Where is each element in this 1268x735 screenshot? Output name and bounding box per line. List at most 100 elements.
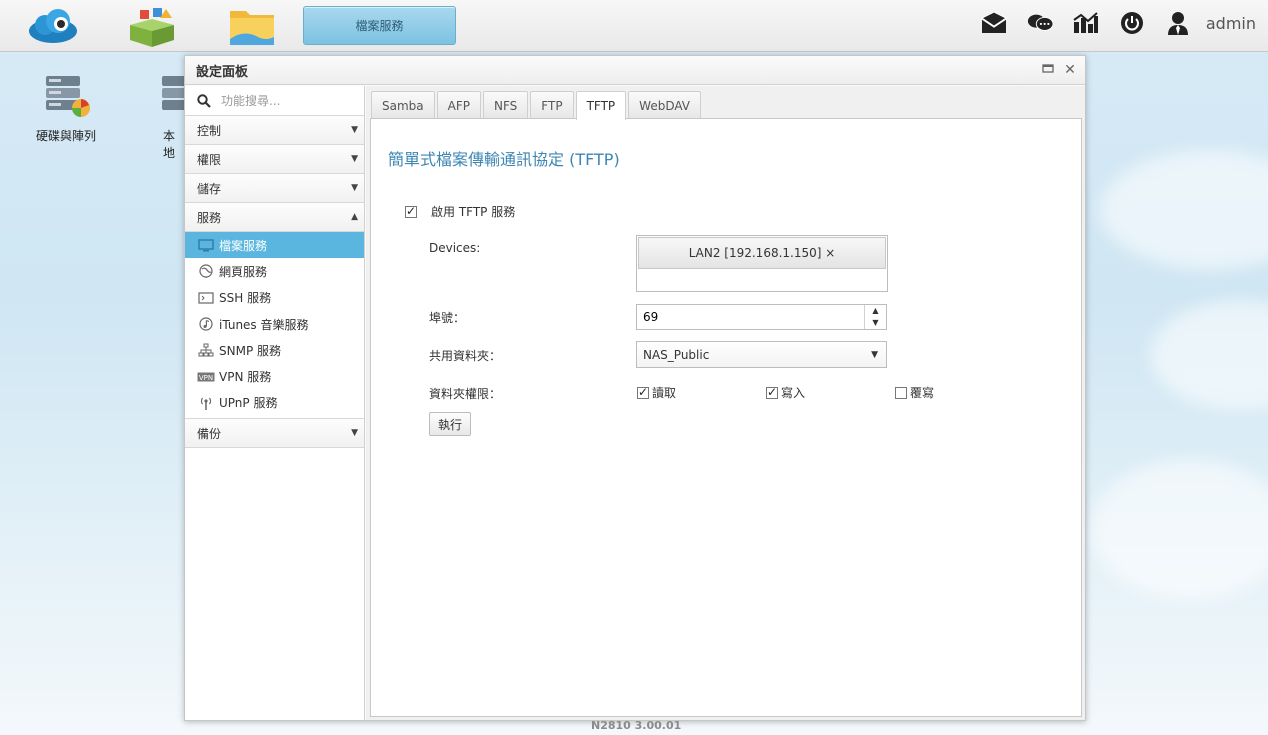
username[interactable]: admin bbox=[1206, 14, 1256, 33]
sidebar-item-file-service[interactable]: 檔案服務 bbox=[185, 232, 364, 259]
tab-afp[interactable]: AFP bbox=[436, 91, 481, 119]
service-list: 檔案服務 網頁服務 SSH 服務 iTunes 音樂服務 SNMP 服務 VPN… bbox=[185, 232, 364, 420]
tftp-panel: 簡單式檔案傳輸通訊協定 (TFTP) 啟用 TFTP 服務 Devices: L… bbox=[370, 118, 1082, 717]
perm-read: 讀取 bbox=[637, 384, 676, 401]
write-label: 寫入 bbox=[781, 386, 806, 400]
port-label: 埠號： bbox=[429, 311, 466, 325]
sidebar-category-permission[interactable]: 權限 ▼ bbox=[185, 145, 364, 174]
folder-permission-label: 資料夾權限： bbox=[429, 387, 502, 401]
window-controls: ✕ bbox=[1041, 62, 1077, 78]
spin-down-icon[interactable]: ▼ bbox=[865, 317, 886, 329]
vpn-icon: VPN bbox=[197, 370, 215, 384]
taskbar-tray: admin bbox=[961, 0, 1256, 46]
background-cloud bbox=[1100, 150, 1268, 270]
settings-window: 設定面板 ✕ 控制 ▼ 權限 ▼ 儲存 ▼ 服務 ▲ 檔案服務 bbox=[184, 55, 1086, 721]
perm-write: 寫入 bbox=[766, 384, 805, 401]
background-cloud bbox=[1150, 300, 1268, 410]
sidebar-item-ssh-service[interactable]: SSH 服務 bbox=[185, 285, 364, 311]
read-checkbox[interactable] bbox=[637, 385, 649, 399]
chevron-down-icon: ▼ bbox=[351, 183, 358, 193]
file-manager-icon[interactable] bbox=[226, 5, 278, 47]
sidebar-item-vpn-service[interactable]: VPN VPN 服務 bbox=[185, 363, 364, 389]
tab-tftp[interactable]: TFTP bbox=[575, 91, 627, 120]
enable-tftp-checkbox[interactable] bbox=[405, 204, 417, 218]
user-icon[interactable] bbox=[1165, 10, 1191, 36]
maximize-icon[interactable] bbox=[1041, 62, 1055, 78]
run-button[interactable]: 執行 bbox=[429, 412, 471, 436]
service-tabs: Samba AFP NFS FTP TFTP WebDAV bbox=[371, 91, 703, 120]
category-label: 備份 bbox=[197, 426, 222, 441]
mail-icon[interactable] bbox=[980, 10, 1007, 36]
share-folder-value: NAS_Public bbox=[643, 347, 710, 362]
chevron-up-icon: ▲ bbox=[351, 212, 358, 222]
read-label: 讀取 bbox=[652, 386, 677, 400]
sidebar-item-itunes-service[interactable]: iTunes 音樂服務 bbox=[185, 311, 364, 337]
sidebar: 控制 ▼ 權限 ▼ 儲存 ▼ 服務 ▲ 檔案服務 網頁服務 SSH 服務 bbox=[185, 86, 365, 720]
sidebar-category-backup[interactable]: 備份 ▼ bbox=[185, 419, 364, 449]
write-checkbox[interactable] bbox=[766, 385, 778, 399]
cloud-app-icon[interactable] bbox=[27, 5, 79, 47]
share-folder-label: 共用資料夾： bbox=[429, 349, 502, 363]
window-titlebar[interactable]: 設定面板 bbox=[185, 56, 1085, 85]
resource-monitor-icon[interactable] bbox=[1073, 10, 1099, 36]
disk-array-icon bbox=[46, 76, 90, 117]
sidebar-item-web-service[interactable]: 網頁服務 bbox=[185, 258, 364, 284]
sidebar-item-upnp-service[interactable]: UPnP 服務 bbox=[185, 390, 364, 416]
category-label: 權限 bbox=[197, 152, 222, 167]
app-center-icon[interactable] bbox=[126, 5, 178, 47]
device-tag[interactable]: LAN2 [192.168.1.150] × bbox=[638, 237, 886, 269]
overwrite-checkbox[interactable] bbox=[895, 386, 907, 399]
share-folder-select[interactable]: NAS_Public ▼ bbox=[636, 341, 887, 368]
desktop-icon-label: 本地 bbox=[163, 129, 176, 160]
monitor-icon bbox=[197, 238, 215, 252]
sidebar-category-storage[interactable]: 儲存 ▼ bbox=[185, 174, 364, 203]
desktop-icon-disk-raid[interactable]: 硬碟與陣列 bbox=[26, 72, 106, 144]
taskbar: 檔案服務 admin bbox=[0, 0, 1268, 52]
spin-up-icon[interactable]: ▲ bbox=[865, 305, 886, 317]
panel-title: 簡單式檔案傳輸通訊協定 (TFTP) bbox=[388, 150, 620, 169]
running-app-file-service[interactable]: 檔案服務 bbox=[303, 6, 456, 45]
content-area: Samba AFP NFS FTP TFTP WebDAV 簡單式檔案傳輸通訊協… bbox=[366, 86, 1085, 720]
sidebar-item-label: SNMP 服務 bbox=[219, 343, 281, 358]
svg-text:VPN: VPN bbox=[199, 374, 213, 382]
power-icon[interactable] bbox=[1119, 10, 1145, 36]
desktop-icon-local[interactable]: 本地 bbox=[140, 72, 185, 161]
close-icon[interactable]: ✕ bbox=[1063, 62, 1077, 78]
category-label: 服務 bbox=[197, 210, 222, 225]
terminal-icon bbox=[197, 291, 215, 305]
chat-icon[interactable] bbox=[1027, 10, 1053, 36]
port-input[interactable] bbox=[643, 310, 843, 324]
category-label: 儲存 bbox=[197, 181, 222, 196]
chevron-down-icon: ▼ bbox=[871, 349, 878, 360]
tab-nfs[interactable]: NFS bbox=[483, 91, 529, 119]
category-label: 控制 bbox=[197, 123, 222, 138]
background-cloud bbox=[1090, 460, 1268, 600]
search-icon bbox=[197, 93, 211, 108]
sidebar-item-label: VPN 服務 bbox=[219, 370, 272, 385]
chevron-down-icon: ▼ bbox=[351, 428, 358, 439]
server-icon bbox=[162, 76, 185, 110]
enable-tftp-row: 啟用 TFTP 服務 bbox=[405, 203, 515, 220]
window-title: 設定面板 bbox=[196, 64, 249, 80]
sidebar-item-snmp-service[interactable]: SNMP 服務 bbox=[185, 337, 364, 363]
sidebar-item-label: UPnP 服務 bbox=[219, 396, 278, 411]
tab-webdav[interactable]: WebDAV bbox=[628, 91, 701, 119]
enable-tftp-label: 啟用 TFTP 服務 bbox=[431, 205, 516, 219]
tab-ftp[interactable]: FTP bbox=[530, 91, 574, 119]
sidebar-item-label: 檔案服務 bbox=[219, 238, 268, 253]
sidebar-category-control[interactable]: 控制 ▼ bbox=[185, 116, 364, 145]
sidebar-item-label: iTunes 音樂服務 bbox=[219, 317, 309, 332]
devices-label: Devices: bbox=[429, 241, 481, 255]
perm-overwrite: 覆寫 bbox=[895, 384, 934, 401]
tab-samba[interactable]: Samba bbox=[371, 91, 435, 119]
function-search bbox=[185, 86, 364, 116]
port-stepper: ▲ ▼ bbox=[636, 304, 887, 330]
device-tag-label: LAN2 [192.168.1.150] × bbox=[688, 246, 836, 260]
sidebar-category-service[interactable]: 服務 ▲ bbox=[185, 203, 364, 232]
search-input[interactable] bbox=[221, 93, 351, 108]
music-note-icon bbox=[197, 317, 215, 331]
devices-multiselect[interactable]: LAN2 [192.168.1.150] × bbox=[636, 235, 888, 292]
antenna-icon bbox=[197, 396, 215, 410]
chevron-down-icon: ▼ bbox=[351, 125, 358, 135]
desktop-icon-label: 硬碟與陣列 bbox=[35, 129, 96, 143]
